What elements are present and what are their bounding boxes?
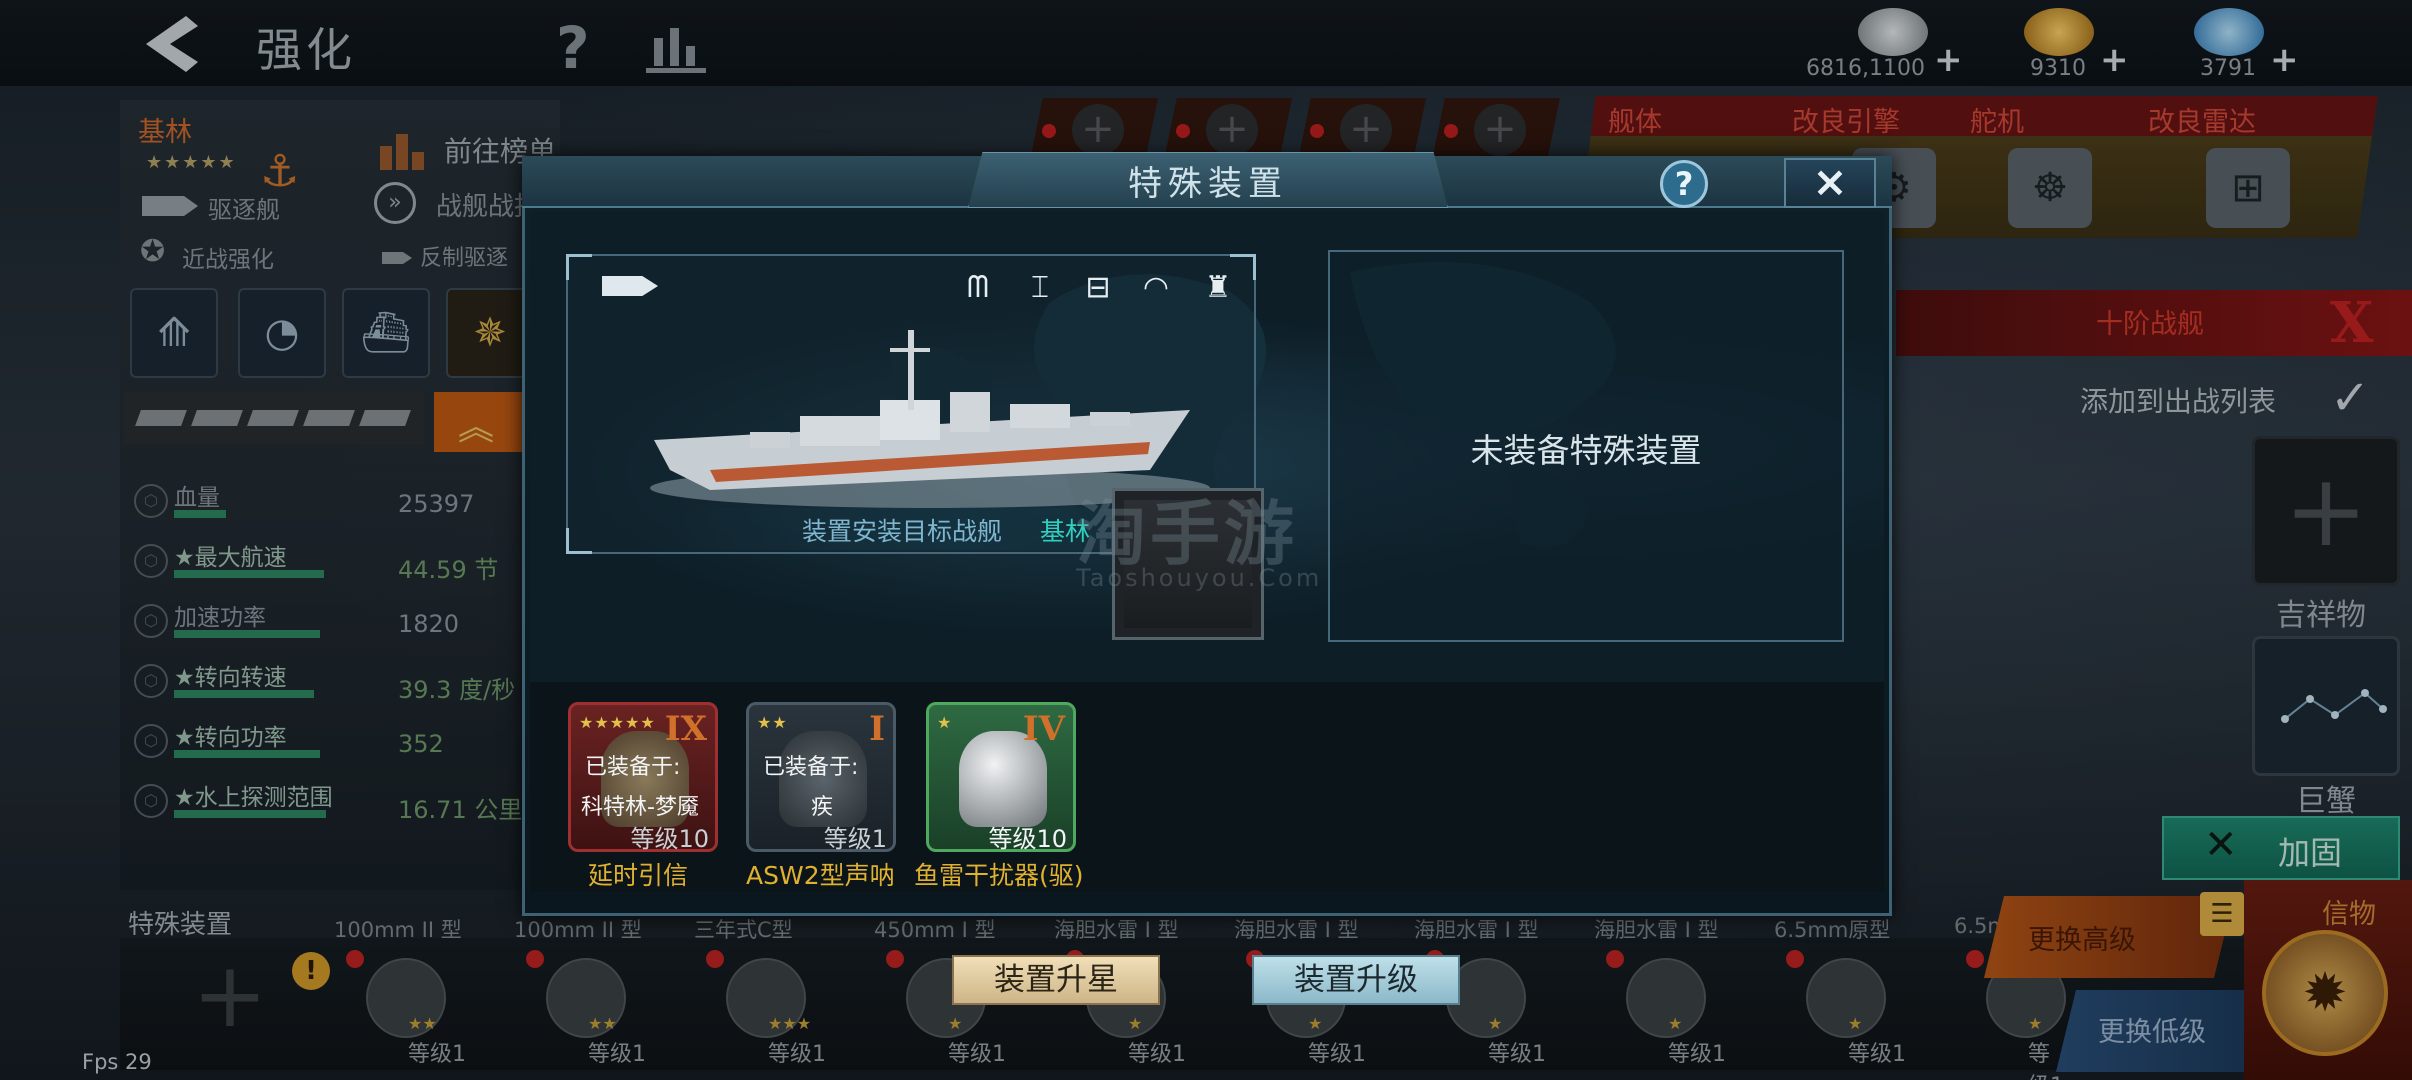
card-equipped-label: 已装备于:	[585, 755, 681, 780]
device-name: 鱼雷干扰器(驱)	[914, 861, 1084, 890]
card-stars: ★	[937, 713, 953, 732]
card-level: 等级10	[630, 825, 709, 853]
device-name: ASW2型声呐	[746, 861, 895, 890]
main-gun-icon: ᗰ	[967, 270, 989, 305]
card-equipped-on: 科特林-梦魇	[581, 795, 699, 820]
target-ship-label: 装置安装目标战舰	[802, 517, 1003, 546]
card-level: 等级10	[988, 825, 1067, 853]
depth-charge-icon: ♜	[1204, 270, 1232, 305]
dialog-close-button[interactable]: ×	[1784, 158, 1876, 208]
card-level: 等级1	[823, 825, 887, 853]
device-level-up-button[interactable]: 装置升级	[1252, 955, 1460, 1005]
card-equipped-on: 疾	[811, 795, 834, 820]
dialog-title: 特殊装置	[1128, 164, 1288, 204]
no-device-text: 未装备特殊装置	[1470, 431, 1702, 470]
card-tier: IX	[664, 709, 707, 749]
level-up-label: 装置升级	[1294, 962, 1418, 998]
torpedo-icon: ⊟	[1085, 270, 1111, 305]
device-inventory	[530, 682, 1884, 892]
card-tier: I	[869, 709, 885, 749]
watermark-url: Taoshouyou.Com	[1076, 564, 1323, 592]
device-card-delay-fuse[interactable]: ★★★★★ IX 已装备于: 科特林-梦魇 等级10	[568, 702, 718, 853]
device-card-torpedo-jammer[interactable]: ★ IV 等级10	[926, 702, 1076, 853]
radar-wave-icon: ◠	[1142, 270, 1170, 305]
aa-gun-icon: ⌶	[1031, 270, 1049, 305]
card-stars: ★★★★★	[579, 713, 656, 732]
dialog-help-icon[interactable]: ?	[1660, 160, 1708, 208]
star-up-label: 装置升星	[994, 962, 1118, 998]
card-tier: IV	[1022, 709, 1065, 749]
device-name: 延时引信	[588, 861, 689, 890]
device-card-sonar[interactable]: ★★ I 已装备于: 疾 等级1	[746, 702, 896, 853]
device-star-up-button[interactable]: 装置升星	[952, 955, 1160, 1005]
card-stars: ★★	[757, 713, 788, 732]
card-equipped-label: 已装备于:	[763, 755, 859, 780]
